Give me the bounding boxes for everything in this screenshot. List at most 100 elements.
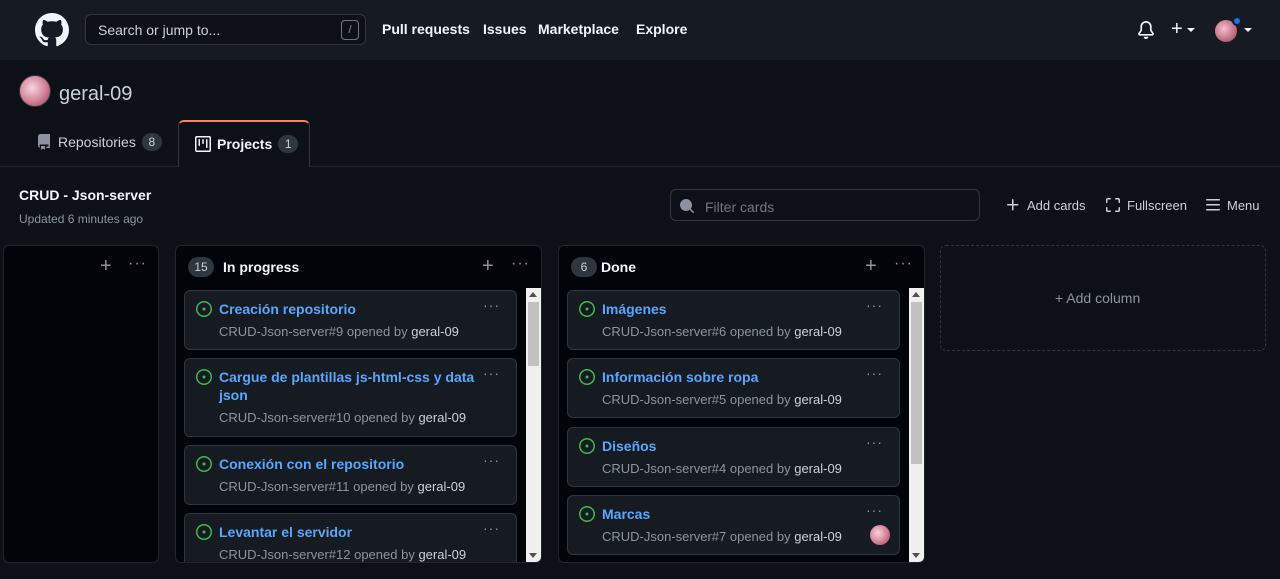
column-scrollbar[interactable] xyxy=(526,288,541,562)
notifications-bell-icon[interactable] xyxy=(1137,21,1155,39)
scrollbar-thumb[interactable] xyxy=(911,302,922,464)
nav-pull-requests[interactable]: Pull requests xyxy=(382,21,470,37)
global-header: Search or jump to... / Pull requests Iss… xyxy=(0,0,1280,60)
issue-card[interactable]: Cargue de plantillas js-html-css y data … xyxy=(184,358,517,437)
project-column-in-progress: 15 In progress + ··· Creación repositori… xyxy=(175,245,542,563)
card-menu-button[interactable]: ··· xyxy=(866,502,883,518)
nav-marketplace[interactable]: Marketplace xyxy=(538,21,619,37)
issue-card-title[interactable]: Marcas xyxy=(602,505,860,523)
issue-card-meta: CRUD-Json-server#11 opened by geral-09 xyxy=(219,479,466,494)
filter-cards-input[interactable]: Filter cards xyxy=(670,189,980,221)
project-updated: Updated 6 minutes ago xyxy=(19,212,144,226)
issue-card-meta: CRUD-Json-server#4 opened by geral-09 xyxy=(602,461,842,476)
scroll-down-arrow-icon[interactable] xyxy=(912,553,920,558)
issue-card-title[interactable]: Levantar el servidor xyxy=(219,523,477,541)
tab-projects-label: Projects xyxy=(217,136,273,152)
column-menu-button[interactable]: ··· xyxy=(894,255,913,273)
tab-repositories[interactable]: Repositories 8 xyxy=(20,120,175,167)
scroll-up-arrow-icon[interactable] xyxy=(529,292,537,297)
column-add-card-button[interactable]: + xyxy=(865,256,877,276)
issue-card-title[interactable]: Imágenes xyxy=(602,300,860,318)
fullscreen-button[interactable]: Fullscreen xyxy=(1105,197,1187,213)
issue-card[interactable]: Conexión con el repositorio CRUD-Json-se… xyxy=(184,445,517,505)
menu-label: Menu xyxy=(1227,197,1260,213)
project-title[interactable]: CRUD - Json-server xyxy=(19,187,151,203)
issue-card-author[interactable]: geral-09 xyxy=(418,410,466,425)
tab-projects-count: 1 xyxy=(278,135,299,153)
column-menu-button[interactable]: ··· xyxy=(128,255,147,273)
add-cards-label: Add cards xyxy=(1027,197,1086,213)
issue-card-author[interactable]: geral-09 xyxy=(417,479,465,494)
card-menu-button[interactable]: ··· xyxy=(483,365,500,381)
card-menu-button[interactable]: ··· xyxy=(866,297,883,313)
card-menu-button[interactable]: ··· xyxy=(866,365,883,381)
issue-opened-icon xyxy=(196,456,212,472)
issue-card-author[interactable]: geral-09 xyxy=(411,324,459,339)
card-menu-button[interactable]: ··· xyxy=(483,297,500,313)
issue-opened-icon xyxy=(196,301,212,317)
add-cards-button[interactable]: Add cards xyxy=(1005,197,1086,213)
issue-card-author[interactable]: geral-09 xyxy=(794,529,842,544)
column-title: Done xyxy=(601,259,636,275)
hamburger-icon xyxy=(1206,199,1220,211)
column-count: 15 xyxy=(188,257,214,277)
profile-username[interactable]: geral-09 xyxy=(59,83,132,106)
menu-button[interactable]: Menu xyxy=(1205,197,1260,213)
chevron-down-icon xyxy=(1244,28,1252,32)
notification-dot xyxy=(1232,16,1242,26)
add-column-button[interactable]: + Add column xyxy=(940,245,1266,351)
issue-card[interactable]: Marcas CRUD-Json-server#7 opened by gera… xyxy=(567,495,900,555)
issue-card-title[interactable]: Diseños xyxy=(602,437,860,455)
search-input[interactable]: Search or jump to... / xyxy=(85,14,366,45)
card-menu-button[interactable]: ··· xyxy=(866,434,883,450)
issue-card-meta: CRUD-Json-server#5 opened by geral-09 xyxy=(602,392,842,407)
github-logo-icon[interactable] xyxy=(35,13,69,47)
fullscreen-label: Fullscreen xyxy=(1127,197,1187,213)
issue-card-title[interactable]: Cargue de plantillas js-html-css y data … xyxy=(219,368,477,404)
fullscreen-icon xyxy=(1106,198,1120,212)
project-icon xyxy=(195,136,211,152)
search-placeholder: Search or jump to... xyxy=(98,22,221,38)
issue-card-author[interactable]: geral-09 xyxy=(794,392,842,407)
issue-card-author[interactable]: geral-09 xyxy=(794,461,842,476)
plus-icon xyxy=(1007,199,1019,211)
search-icon xyxy=(680,199,695,214)
nav-explore[interactable]: Explore xyxy=(636,21,687,37)
scrollbar-thumb[interactable] xyxy=(528,302,539,366)
issue-card-title[interactable]: Creación repositorio xyxy=(219,300,477,318)
issue-card[interactable]: Imágenes CRUD-Json-server#6 opened by ge… xyxy=(567,290,900,350)
plus-icon: + xyxy=(1171,18,1183,40)
scroll-down-arrow-icon[interactable] xyxy=(529,553,537,558)
card-menu-button[interactable]: ··· xyxy=(483,520,500,536)
issue-card-author[interactable]: geral-09 xyxy=(794,324,842,339)
column-add-card-button[interactable]: + xyxy=(482,256,494,276)
project-column-done: 6 Done + ··· Imágenes CRUD-Json-server#6… xyxy=(558,245,925,563)
chevron-down-icon xyxy=(1186,27,1195,32)
issue-card[interactable]: Levantar el servidor CRUD-Json-server#12… xyxy=(184,513,517,562)
column-count: 6 xyxy=(571,257,597,277)
issue-card-title[interactable]: Conexión con el repositorio xyxy=(219,455,477,473)
profile-avatar[interactable] xyxy=(19,75,51,107)
column-scrollbar[interactable] xyxy=(909,288,924,562)
issue-card[interactable]: Información sobre ropa CRUD-Json-server#… xyxy=(567,358,900,418)
project-column-1: + ··· xyxy=(3,245,159,563)
issue-opened-icon xyxy=(579,301,595,317)
assignee-avatar[interactable] xyxy=(870,525,890,545)
card-menu-button[interactable]: ··· xyxy=(483,452,500,468)
issue-opened-icon xyxy=(196,524,212,540)
issue-card-meta: CRUD-Json-server#12 opened by geral-09 xyxy=(219,547,467,562)
issue-card-meta: CRUD-Json-server#6 opened by geral-09 xyxy=(602,324,842,339)
column-add-card-button[interactable]: + xyxy=(100,256,112,276)
create-new-button[interactable]: + xyxy=(1171,19,1195,39)
scroll-up-arrow-icon[interactable] xyxy=(912,292,920,297)
nav-issues[interactable]: Issues xyxy=(483,21,527,37)
tab-projects[interactable]: Projects 1 xyxy=(178,120,310,167)
issue-card-title[interactable]: Información sobre ropa xyxy=(602,368,860,386)
tab-repositories-label: Repositories xyxy=(58,134,136,150)
column-title: In progress xyxy=(223,259,300,275)
issue-card[interactable]: Diseños CRUD-Json-server#4 opened by ger… xyxy=(567,427,900,487)
issue-card[interactable]: Creación repositorio CRUD-Json-server#9 … xyxy=(184,290,517,350)
column-menu-button[interactable]: ··· xyxy=(511,255,530,273)
filter-cards-placeholder: Filter cards xyxy=(705,199,775,215)
issue-card-author[interactable]: geral-09 xyxy=(418,547,466,562)
